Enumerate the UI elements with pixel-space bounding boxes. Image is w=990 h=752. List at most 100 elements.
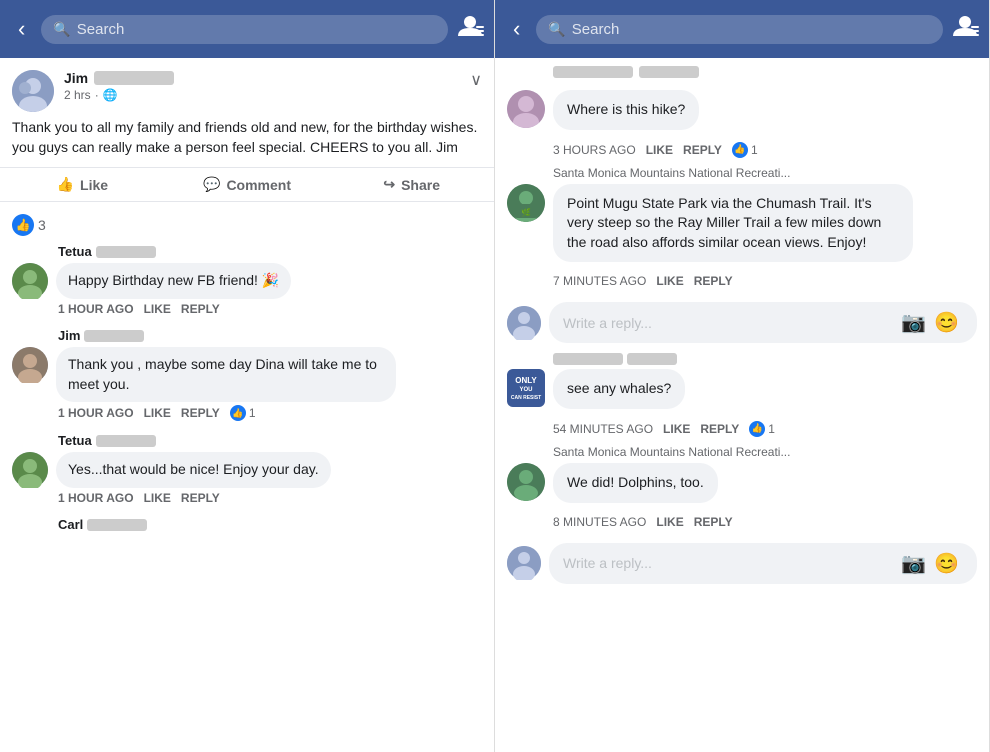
thread-like-btn-3[interactable]: LIKE <box>663 422 690 436</box>
thread-comment-3: ONLY YOU CAN RESIST see any whales? <box>507 369 977 409</box>
reaction-count: 3 <box>38 217 46 233</box>
post-author-avatar <box>12 70 54 112</box>
left-search-text: Search <box>77 21 125 38</box>
thread-bubble-2: Point Mugu State Park via the Chumash Tr… <box>553 184 913 263</box>
comment-actions-1: 1 HOUR AGO LIKE REPLY <box>12 302 482 316</box>
comment-avatar-1 <box>12 263 48 299</box>
back-button[interactable]: ‹ <box>10 12 33 46</box>
reply-input-icons-2: 📷 😊 <box>901 551 963 576</box>
thread-reply-btn-1[interactable]: REPLY <box>683 143 722 157</box>
right-search-icon: 🔍 <box>548 21 565 38</box>
comment-actions-3: 1 HOUR AGO LIKE REPLY <box>12 491 482 505</box>
comment-reply-btn-3[interactable]: REPLY <box>181 491 220 505</box>
commenter-name-blurred-1 <box>96 246 156 258</box>
blurred-user-name-3a <box>553 353 623 365</box>
thread-like-value-1: 1 <box>751 143 758 157</box>
thread-block-3: ONLY YOU CAN RESIST see any whales? 54 M… <box>507 353 977 437</box>
comment-reply-btn-1[interactable]: REPLY <box>181 302 220 316</box>
comment-button[interactable]: 💬 Comment <box>165 168 330 201</box>
reply-input-icons-1: 📷 😊 <box>901 310 963 335</box>
thread-actions-1: 3 HOURS AGO LIKE REPLY 👍 1 <box>507 142 977 158</box>
post-header: Jim 2 hrs · 🌐 ∨ <box>0 58 494 118</box>
search-icon: 🔍 <box>53 21 70 38</box>
right-search-bar[interactable]: 🔍 Search <box>536 15 943 44</box>
like-label: Like <box>80 177 108 193</box>
comment-like-btn-2[interactable]: LIKE <box>144 406 171 420</box>
commenter-name-row-1: Tetua <box>12 244 482 259</box>
org-avatar-2: 🌿 <box>507 184 545 222</box>
reply-input-avatar-1 <box>507 306 541 340</box>
reply-placeholder-1: Write a reply... <box>563 315 652 331</box>
comment-group-1: Tetua Happy Birthday new FB friend! 🎉 1 … <box>12 244 482 316</box>
thread-like-btn-1[interactable]: LIKE <box>646 143 673 157</box>
left-panel: ‹ 🔍 Search Jim <box>0 0 495 752</box>
comment-bubble-3: Yes...that would be nice! Enjoy your day… <box>56 452 331 488</box>
top-blurred-names-row <box>507 66 977 78</box>
right-back-button[interactable]: ‹ <box>505 12 528 46</box>
reply-input-box-2[interactable]: Write a reply... 📷 😊 <box>549 543 977 584</box>
thread-bubble-4: We did! Dolphins, too. <box>553 463 718 503</box>
comment-time-3: 1 HOUR AGO <box>58 491 134 505</box>
comment-label: Comment <box>226 177 291 193</box>
comment-reply-btn-2[interactable]: REPLY <box>181 406 220 420</box>
emoji-icon-2[interactable]: 😊 <box>934 551 959 576</box>
thread-reply-btn-4[interactable]: REPLY <box>694 515 733 529</box>
mini-reaction-icon-2: 👍 <box>230 405 246 421</box>
thread-time-3: 54 MINUTES AGO <box>553 422 653 436</box>
thread-avatar-1 <box>507 90 545 128</box>
mini-reaction-icon-t3: 👍 <box>749 421 765 437</box>
comment-avatar-2 <box>12 347 48 383</box>
post-user-info: Jim 2 hrs · 🌐 <box>64 70 460 102</box>
svg-text:CAN RESIST: CAN RESIST <box>511 395 541 401</box>
comments-area: Tetua Happy Birthday new FB friend! 🎉 1 … <box>0 244 494 752</box>
left-search-bar[interactable]: 🔍 Search <box>41 15 448 44</box>
chevron-down-icon[interactable]: ∨ <box>470 70 482 90</box>
comment-avatar-3 <box>12 452 48 488</box>
thread-user-blurred-3 <box>507 353 977 365</box>
org-avatar-4 <box>507 463 545 501</box>
share-icon: ↪ <box>383 176 395 193</box>
thread-reply-btn-2[interactable]: REPLY <box>694 274 733 288</box>
camera-icon-1[interactable]: 📷 <box>901 310 926 335</box>
left-header: ‹ 🔍 Search <box>0 0 494 58</box>
post-body: Thank you to all my family and friends o… <box>0 118 494 167</box>
right-header: ‹ 🔍 Search <box>495 0 989 58</box>
reply-placeholder-2: Write a reply... <box>563 555 652 571</box>
commenter-name-row-4: Carl <box>12 517 482 532</box>
comment-bubble-1: Happy Birthday new FB friend! 🎉 <box>56 263 291 299</box>
reply-input-avatar-2 <box>507 546 541 580</box>
profile-icon[interactable] <box>456 14 484 44</box>
camera-icon-2[interactable]: 📷 <box>901 551 926 576</box>
reply-input-box-1[interactable]: Write a reply... 📷 😊 <box>549 302 977 343</box>
thread-comment-2: 🌿 Point Mugu State Park via the Chumash … <box>507 184 977 263</box>
org-name-2: Santa Monica Mountains National Recreati… <box>507 166 977 180</box>
thread-actions-4: 8 MINUTES AGO LIKE REPLY <box>507 515 977 529</box>
comment-actions-2: 1 HOUR AGO LIKE REPLY 👍 1 <box>12 405 482 421</box>
thread-comment-1: Where is this hike? <box>507 90 977 130</box>
comment-time-2: 1 HOUR AGO <box>58 406 134 420</box>
right-profile-icon[interactable] <box>951 14 979 44</box>
thread-bubble-3: see any whales? <box>553 369 685 409</box>
commenter-name-blurred-3 <box>96 435 156 447</box>
thread-block-1: Where is this hike? 3 HOURS AGO LIKE REP… <box>507 90 977 158</box>
comment-like-btn-1[interactable]: LIKE <box>144 302 171 316</box>
thread-like-btn-4[interactable]: LIKE <box>656 515 683 529</box>
comment-group-2: Jim Thank you , maybe some day Dina will… <box>12 328 482 421</box>
thread-like-count-1: 👍 1 <box>732 142 758 158</box>
thread-like-btn-2[interactable]: LIKE <box>656 274 683 288</box>
emoji-icon-1[interactable]: 😊 <box>934 310 959 335</box>
comment-like-btn-3[interactable]: LIKE <box>144 491 171 505</box>
commenter-name-row-2: Jim <box>12 328 482 343</box>
comment-icon: 💬 <box>203 176 220 193</box>
commenter-name-3: Tetua <box>58 433 92 448</box>
reactions-row: 👍 3 <box>0 210 494 244</box>
comment-bubble-row-2: Thank you , maybe some day Dina will tak… <box>12 347 482 402</box>
like-button[interactable]: 👍 Like <box>0 168 165 201</box>
share-button[interactable]: ↪ Share <box>329 168 494 201</box>
globe-icon: 🌐 <box>103 88 118 102</box>
thread-reply-btn-3[interactable]: REPLY <box>700 422 739 436</box>
thread-time-4: 8 MINUTES AGO <box>553 515 646 529</box>
commenter-name-2: Jim <box>58 328 80 343</box>
thread-block-4: Santa Monica Mountains National Recreati… <box>507 445 977 529</box>
post-actions: 👍 Like 💬 Comment ↪ Share <box>0 167 494 202</box>
